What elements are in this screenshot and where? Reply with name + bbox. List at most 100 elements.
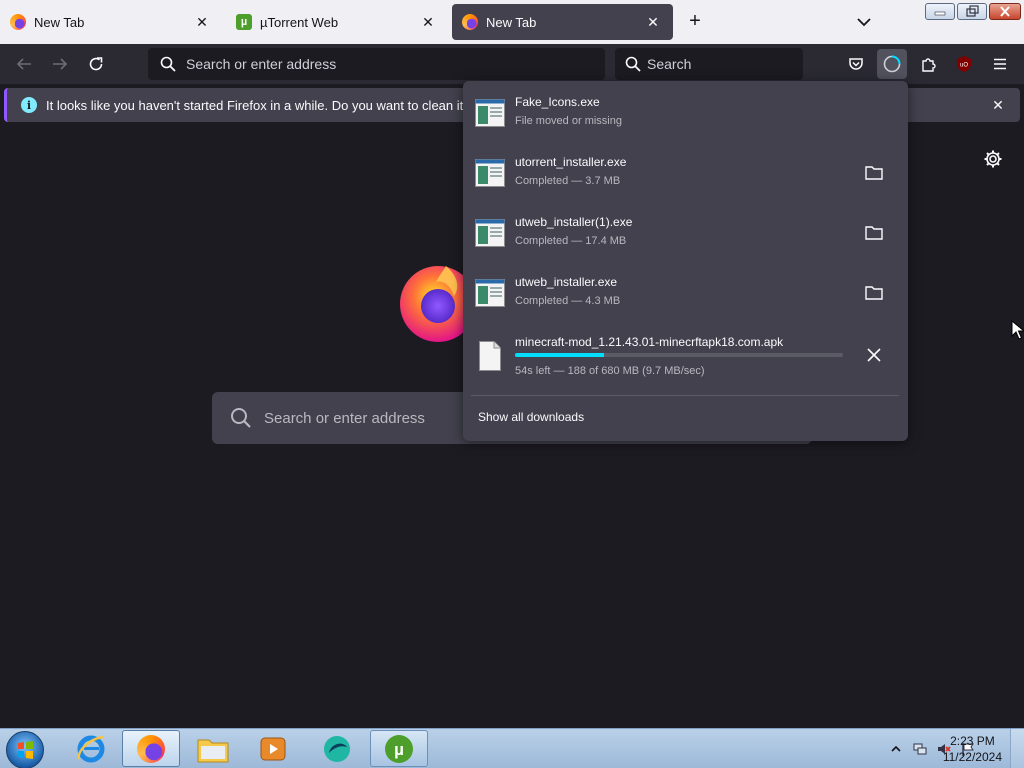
search-icon — [160, 56, 176, 72]
list-all-tabs-button[interactable] — [854, 12, 874, 32]
firefox-icon — [137, 734, 165, 763]
url-input[interactable] — [186, 56, 586, 72]
tab-utorrent-web[interactable]: µ µTorrent Web ✕ — [226, 4, 448, 40]
hamburger-menu-icon — [994, 58, 1006, 70]
file-explorer-icon — [197, 739, 229, 762]
app-menu-button[interactable] — [990, 54, 1010, 74]
download-item-in-progress[interactable]: minecraft-mod_1.21.43.01-minecrftapk18.c… — [469, 327, 902, 389]
minimize-button[interactable] — [925, 3, 955, 20]
show-all-downloads-button[interactable]: Show all downloads — [478, 410, 584, 424]
info-icon: i — [21, 97, 37, 113]
restore-button[interactable] — [957, 3, 987, 20]
exe-file-icon — [475, 219, 505, 247]
svg-text:µ: µ — [394, 740, 404, 759]
download-status: Completed — 4.3 MB — [515, 295, 621, 307]
taskbar-internet-explorer[interactable] — [62, 730, 120, 767]
new-tab-button[interactable]: + — [684, 11, 706, 33]
personalize-button[interactable] — [983, 149, 1003, 169]
exe-file-icon — [475, 99, 505, 127]
tab-new-tab-active[interactable]: New Tab ✕ — [452, 4, 673, 40]
close-icon[interactable]: ✕ — [990, 97, 1006, 113]
notification-text: It looks like you haven't started Firefo… — [46, 97, 501, 113]
show-desktop-button[interactable] — [1010, 729, 1024, 768]
firefox-icon — [10, 14, 26, 30]
clock-time: 2:23 PM — [950, 734, 995, 748]
extensions-button[interactable] — [919, 54, 939, 74]
taskbar-firefox[interactable] — [122, 730, 180, 767]
minimize-icon — [934, 11, 946, 16]
taskbar-utorrent[interactable]: µ — [370, 730, 428, 767]
mouse-pointer-icon — [1011, 320, 1024, 340]
downloads-button[interactable] — [877, 49, 907, 79]
pocket-icon — [849, 58, 863, 70]
ublock-origin-icon: uO — [957, 56, 971, 72]
tab-title: New Tab — [486, 14, 537, 30]
download-progress-icon — [883, 55, 901, 73]
download-item[interactable]: utweb_installer.exe Completed — 4.3 MB — [469, 267, 902, 323]
search-bar[interactable] — [615, 48, 803, 80]
forward-arrow-icon — [53, 58, 68, 70]
search-input[interactable] — [647, 56, 797, 72]
tab-title: µTorrent Web — [260, 14, 339, 30]
network-icon[interactable] — [912, 741, 928, 757]
svg-text:uO: uO — [960, 63, 968, 69]
folder-icon[interactable] — [864, 283, 884, 303]
close-window-button[interactable] — [989, 3, 1021, 20]
puzzle-piece-icon — [922, 58, 936, 72]
close-icon[interactable]: ✕ — [643, 12, 663, 32]
reload-icon — [89, 57, 103, 71]
tab-new-tab-1[interactable]: New Tab ✕ — [0, 4, 222, 40]
download-filename: utorrent_installer.exe — [515, 155, 627, 169]
search-icon — [625, 56, 641, 72]
utorrent-icon: µ — [385, 734, 413, 763]
pocket-button[interactable] — [846, 54, 866, 74]
chevron-down-icon — [857, 18, 871, 27]
taskbar-browser-app[interactable] — [308, 730, 366, 767]
download-status: Completed — 17.4 MB — [515, 235, 627, 247]
download-filename: utweb_installer(1).exe — [515, 215, 633, 229]
reload-button[interactable] — [86, 54, 106, 74]
folder-icon[interactable] — [864, 223, 884, 243]
close-icon[interactable]: ✕ — [418, 12, 438, 32]
windows-taskbar: µ 2:23 PM 11/22/2024 — [0, 728, 1024, 768]
download-filename: Fake_Icons.exe — [515, 95, 600, 109]
download-item[interactable]: utweb_installer(1).exe Completed — 17.4 … — [469, 207, 902, 263]
url-bar[interactable] — [148, 48, 605, 80]
back-arrow-icon — [16, 58, 31, 70]
download-filename: minecraft-mod_1.21.43.01-minecrftapk18.c… — [515, 335, 784, 349]
start-button[interactable] — [6, 731, 44, 768]
folder-icon[interactable] — [864, 163, 884, 183]
search-icon — [231, 408, 251, 428]
ublock-origin-button[interactable]: uO — [954, 54, 974, 74]
restore-icon — [966, 5, 979, 17]
forward-button[interactable] — [50, 54, 70, 74]
generic-file-icon — [479, 341, 501, 371]
download-progress-fill — [515, 353, 604, 357]
clock-date: 11/22/2024 — [942, 750, 1002, 764]
media-player-icon — [260, 737, 286, 760]
browser-app-icon — [324, 735, 350, 762]
download-item[interactable]: Fake_Icons.exe File moved or missing — [469, 87, 902, 143]
internet-explorer-icon — [77, 735, 105, 762]
navigation-toolbar: uO — [0, 44, 1024, 84]
exe-file-icon — [475, 159, 505, 187]
cancel-download-icon[interactable] — [864, 345, 884, 365]
close-icon[interactable]: ✕ — [192, 12, 212, 32]
firefox-icon — [462, 14, 478, 30]
taskbar-media-player[interactable] — [244, 730, 302, 767]
windows-logo-icon — [18, 741, 33, 759]
exe-file-icon — [475, 279, 505, 307]
download-progress-bar — [515, 353, 843, 357]
gear-icon — [984, 150, 1002, 168]
download-filename: utweb_installer.exe — [515, 275, 618, 289]
tab-title: New Tab — [34, 14, 85, 30]
download-status: 54s left — 188 of 680 MB (9.7 MB/sec) — [515, 365, 705, 377]
tab-strip: New Tab ✕ µ µTorrent Web ✕ New Tab ✕ + — [0, 0, 1024, 44]
show-hidden-icons-icon[interactable] — [888, 741, 904, 757]
utorrent-icon: µ — [236, 14, 252, 30]
download-status: File moved or missing — [515, 115, 622, 127]
taskbar-file-explorer[interactable] — [184, 730, 242, 767]
download-item[interactable]: utorrent_installer.exe Completed — 3.7 M… — [469, 147, 902, 203]
clock[interactable]: 2:23 PM 11/22/2024 — [943, 733, 1002, 765]
back-button[interactable] — [14, 54, 34, 74]
